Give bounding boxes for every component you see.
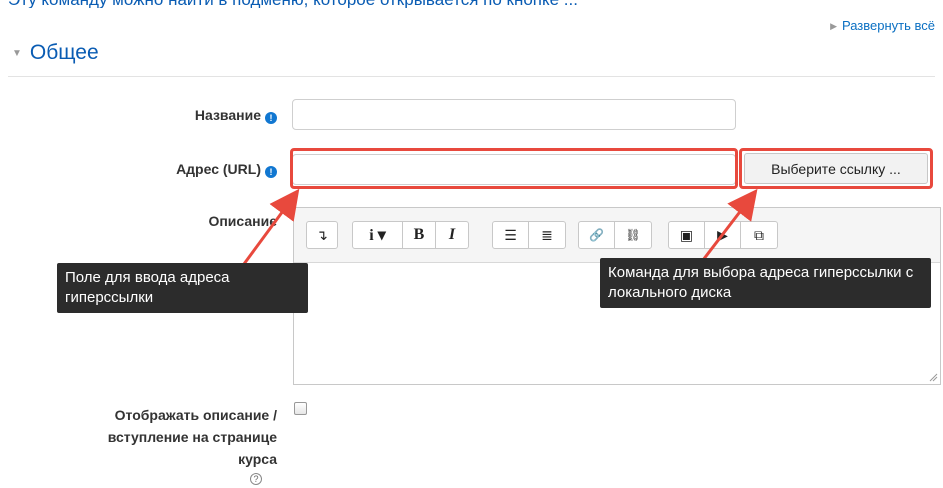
display-description-line1: Отображать описание /: [114, 407, 277, 423]
help-icon[interactable]: ?: [250, 473, 262, 485]
callout-url-field: Поле для ввода адреса гиперссылки: [57, 263, 308, 313]
callout-choose-link: Команда для выбора адреса гиперссылки с …: [600, 258, 931, 308]
arrow-to-choose-link: [698, 188, 758, 265]
display-description-line3: курса: [238, 451, 277, 467]
display-description-label: Отображать описание / вступление на стра…: [108, 404, 277, 470]
display-description-line2: вступление на странице: [107, 429, 277, 445]
display-description-checkbox[interactable]: [294, 402, 307, 415]
arrow-to-url-input: [242, 188, 300, 265]
